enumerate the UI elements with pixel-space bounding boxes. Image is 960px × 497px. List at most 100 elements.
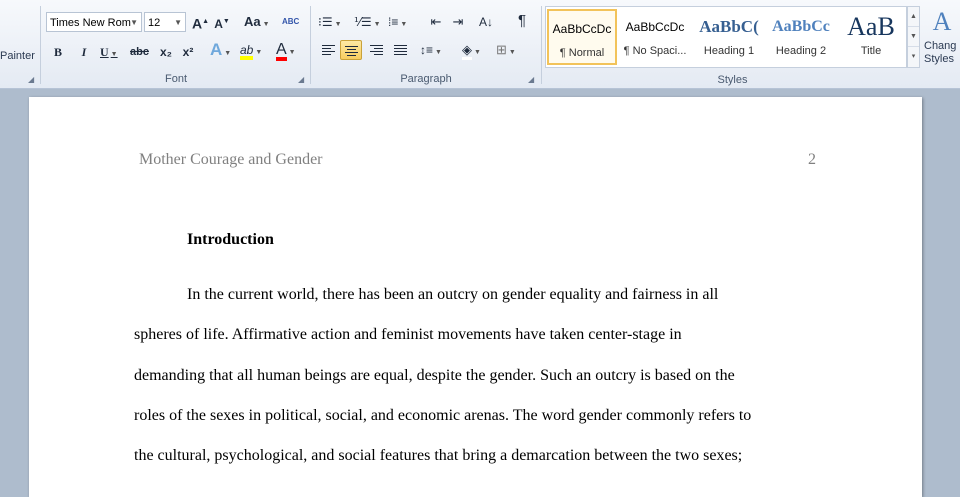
- justify-button[interactable]: [390, 40, 410, 60]
- font-name-value: Times New Rom: [50, 17, 131, 29]
- group-separator: [310, 6, 311, 84]
- font-size-value: 12: [148, 17, 161, 29]
- shading-button[interactable]: ◈ ▼: [462, 40, 481, 60]
- section-heading: Introduction: [187, 231, 274, 248]
- body-text-line: the cultural, psychological, and social …: [134, 447, 743, 464]
- style-name: ¶ Normal: [559, 47, 605, 59]
- align-right-icon: [369, 45, 383, 56]
- styles-gallery: AaBbCcDc ¶ Normal AaBbCcDc ¶ No Spaci...…: [545, 6, 907, 68]
- subscript-button[interactable]: x₂: [158, 42, 174, 62]
- numbering-button[interactable]: ⅟☰ ▼: [354, 12, 381, 32]
- text-effects-icon: A: [210, 40, 223, 59]
- style-no-spacing[interactable]: AaBbCcDc ¶ No Spaci...: [620, 9, 690, 65]
- align-left-icon: [321, 45, 335, 56]
- styles-gallery-scroll: ▲ ▼ ▾: [907, 6, 920, 68]
- line-spacing-icon: ↕≡: [420, 43, 434, 57]
- document-page[interactable]: Mother Courage and Gender 2 Introduction…: [29, 97, 922, 497]
- font-size-combobox[interactable]: 12 ▼: [144, 12, 186, 32]
- borders-button[interactable]: ⊞ ▼: [496, 40, 516, 60]
- scroll-up-icon[interactable]: ▲: [908, 7, 919, 27]
- style-sample: AaBbC(: [699, 17, 759, 36]
- style-name: ¶ No Spaci...: [623, 45, 687, 57]
- shrink-font-icon: A: [214, 17, 223, 31]
- borders-icon: ⊞: [496, 42, 507, 57]
- grow-font-button[interactable]: A▲: [192, 12, 209, 32]
- change-case-button[interactable]: Aa ▼: [244, 12, 270, 32]
- scroll-down-icon[interactable]: ▼: [908, 27, 919, 47]
- bold-icon: B: [53, 45, 62, 59]
- font-color-button[interactable]: A ▼: [276, 40, 296, 61]
- font-name-combobox[interactable]: Times New Rom ▼: [46, 12, 142, 32]
- change-styles-button[interactable]: A Chang Styles: [924, 4, 960, 70]
- paragraph-group: ⁝☰ ▼ ⅟☰ ▼ ⁞≡ ▼ ⇤ ⇥ A↓ ¶ ↕≡ ▼ ◈ ▼ ⊞ ▼ Paragraph…: [312, 4, 540, 86]
- font-dialog-launcher-icon[interactable]: ◢: [298, 76, 306, 84]
- style-sample: AaBbCc: [772, 18, 830, 35]
- justify-icon: [393, 45, 407, 56]
- pilcrow-icon: ¶: [517, 12, 527, 29]
- style-name: Heading 1: [703, 45, 755, 57]
- paint-bucket-icon: ◈: [462, 42, 472, 60]
- font-color-icon: A: [276, 42, 287, 61]
- change-styles-icon: A: [932, 7, 952, 36]
- styles-group-label: Styles: [717, 74, 748, 86]
- style-sample: AaBbCcDc: [552, 22, 612, 36]
- highlight-button[interactable]: ab ▼: [240, 40, 262, 60]
- group-separator: [541, 6, 542, 84]
- style-heading-2[interactable]: AaBbCc Heading 2: [766, 9, 836, 65]
- align-left-button[interactable]: [318, 40, 338, 60]
- style-name: Title: [860, 45, 882, 57]
- increase-indent-button[interactable]: ⇥: [450, 12, 466, 32]
- superscript-icon: x²: [182, 45, 194, 59]
- decrease-indent-button[interactable]: ⇤: [428, 12, 444, 32]
- style-title[interactable]: AaB Title: [836, 9, 906, 65]
- style-normal[interactable]: AaBbCcDc ¶ Normal: [547, 9, 617, 65]
- bold-button[interactable]: B: [50, 42, 66, 62]
- page-number: 2: [808, 151, 816, 168]
- change-styles-label: Chang Styles: [924, 40, 957, 65]
- gallery-more-icon[interactable]: ▾: [908, 47, 919, 67]
- sort-button[interactable]: A↓: [478, 12, 494, 32]
- format-painter-button[interactable]: Painter: [0, 50, 35, 62]
- sort-icon: A↓: [478, 15, 493, 29]
- superscript-button[interactable]: x²: [180, 42, 196, 62]
- clipboard-launcher-icon[interactable]: ◢: [28, 76, 36, 84]
- clear-formatting-icon: ABC: [282, 17, 300, 26]
- multilevel-list-button[interactable]: ⁞≡ ▼: [388, 12, 407, 32]
- align-center-icon: [344, 46, 358, 57]
- page-header-title: Mother Courage and Gender: [139, 151, 323, 168]
- strikethrough-button[interactable]: abc: [130, 42, 149, 62]
- ribbon: Painter ◢ Times New Rom ▼ 12 ▼ A▲ A▼ Aa ▼…: [0, 0, 960, 89]
- style-name: Heading 2: [775, 45, 827, 57]
- grow-font-icon: A: [192, 15, 203, 32]
- show-hide-marks-button[interactable]: ¶: [514, 11, 530, 31]
- font-group-label: Font: [164, 73, 187, 85]
- align-center-button[interactable]: [340, 40, 362, 60]
- subscript-icon: x₂: [159, 45, 172, 59]
- style-heading-1[interactable]: AaBbC( Heading 1: [694, 9, 764, 65]
- format-painter-label: Painter: [0, 50, 35, 62]
- numbering-icon: ⅟☰: [354, 15, 372, 29]
- style-sample: AaB: [847, 12, 895, 41]
- body-text-line: roles of the sexes in political, social,…: [134, 407, 752, 424]
- italic-button[interactable]: I: [76, 42, 92, 62]
- font-group: Times New Rom ▼ 12 ▼ A▲ A▼ Aa ▼ ABC B I U…: [42, 4, 310, 86]
- highlight-icon: ab: [240, 44, 254, 60]
- body-text-line: demanding that all human beings are equa…: [134, 367, 735, 384]
- align-right-button[interactable]: [366, 40, 386, 60]
- body-text-line: spheres of life. Affirmative action and …: [134, 326, 682, 343]
- chevron-down-icon: ▼: [174, 18, 182, 27]
- bullets-button[interactable]: ⁝☰ ▼: [318, 12, 342, 32]
- line-spacing-button[interactable]: ↕≡ ▼: [420, 40, 442, 60]
- paragraph-group-label: Paragraph: [400, 73, 452, 85]
- multilevel-list-icon: ⁞≡: [388, 15, 399, 29]
- body-text-line: In the current world, there has been an …: [187, 286, 719, 303]
- shrink-font-button[interactable]: A▼: [214, 12, 230, 32]
- bullets-icon: ⁝☰: [318, 15, 333, 29]
- chevron-down-icon: ▼: [130, 18, 138, 27]
- increase-indent-icon: ⇥: [452, 14, 464, 29]
- clear-formatting-button[interactable]: ABC: [282, 12, 299, 32]
- italic-icon: I: [81, 45, 87, 59]
- underline-button[interactable]: U ▼: [100, 42, 118, 62]
- text-effects-button[interactable]: A ▼: [210, 40, 231, 60]
- paragraph-dialog-launcher-icon[interactable]: ◢: [528, 76, 536, 84]
